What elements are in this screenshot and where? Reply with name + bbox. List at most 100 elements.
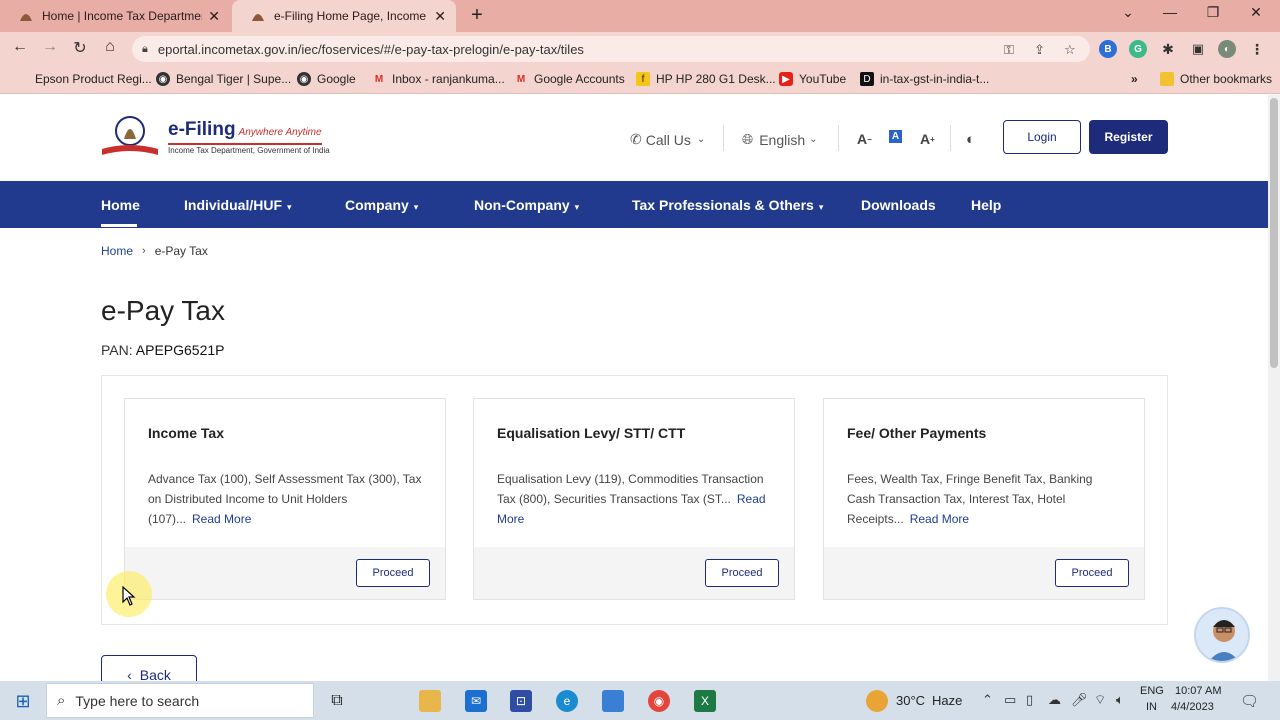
excel-icon[interactable]: X	[694, 690, 716, 712]
bookmark-gmail-inbox[interactable]: M Inbox - ranjankuma...	[372, 72, 505, 86]
bookmark-star-icon[interactable]: ☆	[1064, 42, 1076, 58]
file-explorer-icon[interactable]	[419, 690, 441, 712]
minimize-icon[interactable]: —	[1158, 4, 1182, 20]
mail-icon[interactable]: ✉	[465, 690, 487, 712]
browser-toolbar: ← → ↻ ⌂ 🔒︎ eportal.incometax.gov.in/iec/…	[0, 32, 1280, 66]
chrome-icon[interactable]: ◉	[648, 690, 670, 712]
side-panel-icon[interactable]: ▣	[1189, 40, 1207, 58]
notifications-icon[interactable]: 🗨︎	[1240, 692, 1259, 710]
app-window-icon[interactable]	[602, 690, 624, 712]
folder-icon	[1160, 72, 1174, 86]
close-tab-icon[interactable]: ✕	[208, 8, 220, 25]
bookmark-hp[interactable]: f HP HP 280 G1 Desk...	[636, 72, 776, 86]
tab-search-icon[interactable]: ⌄	[1116, 4, 1140, 21]
back-button[interactable]: ‹ Back	[101, 655, 197, 681]
bookmark-google[interactable]: ◉ Google	[297, 72, 356, 86]
tile-title: Fee/ Other Payments	[847, 425, 987, 441]
language-dropdown[interactable]: 🌐︎ English ⌄	[742, 131, 818, 148]
new-tab-icon[interactable]: +	[466, 4, 488, 27]
browser-menu-icon[interactable]: ⋮	[1248, 40, 1266, 58]
wifi-icon[interactable]: ⌔	[1094, 692, 1106, 708]
extension-grammarly-icon[interactable]: G	[1129, 40, 1147, 58]
show-hidden-icons-icon[interactable]: ⌃	[982, 692, 993, 708]
read-more-link[interactable]: Read More	[910, 512, 969, 526]
clock-time[interactable]: 10:07 AM	[1175, 685, 1221, 697]
nav-item-help[interactable]: Help	[971, 197, 1001, 213]
language-indicator-top[interactable]: ENG	[1140, 685, 1164, 697]
edge-icon[interactable]: e	[556, 690, 578, 712]
bookmark-in-tax-gst[interactable]: D in-tax-gst-in-india-t...	[860, 72, 989, 86]
nav-item-home[interactable]: Home	[101, 197, 140, 213]
font-increase-button[interactable]: A +	[920, 131, 935, 147]
tile-title: Income Tax	[148, 425, 224, 441]
browser-tab-income-tax-home[interactable]: Home | Income Tax Department ✕	[0, 0, 230, 32]
font-decrease-button[interactable]: A −	[857, 131, 872, 147]
language-indicator-bottom[interactable]: IN	[1146, 701, 1157, 713]
efiling-logo[interactable]: e-Filing Anywhere Anytime Income Tax Depa…	[100, 113, 330, 161]
search-icon: ⌕	[57, 692, 66, 709]
nav-item-non-company[interactable]: Non-Company ▾	[474, 197, 579, 213]
contrast-toggle-icon[interactable]: ◐	[966, 131, 975, 148]
proceed-button[interactable]: Proceed	[356, 559, 430, 587]
breadcrumb-home-link[interactable]: Home	[101, 244, 133, 258]
tab-title: e-Filing Home Page, Income Tax	[274, 9, 428, 23]
other-bookmarks-folder[interactable]: Other bookmarks	[1160, 72, 1272, 86]
chevron-down-icon: ▾	[287, 202, 292, 212]
register-button[interactable]: Register	[1089, 120, 1168, 154]
nav-item-individual-huf[interactable]: Individual/HUF ▾	[184, 197, 292, 213]
share-icon[interactable]: ⇪	[1034, 42, 1045, 58]
reload-icon[interactable]: ↻	[69, 38, 91, 58]
clock-date[interactable]: 4/4/2023	[1171, 701, 1214, 713]
extension-b-icon[interactable]: B	[1099, 40, 1117, 58]
restore-icon[interactable]: ❐	[1201, 4, 1225, 21]
profile-avatar[interactable]: ◐	[1218, 40, 1236, 58]
windows-start-icon[interactable]: ⊞	[12, 690, 34, 712]
weather-desc[interactable]: Haze	[932, 693, 962, 708]
bookmark-epson[interactable]: Epson Product Regi...	[35, 72, 152, 86]
nav-item-tax-professionals[interactable]: Tax Professionals & Others ▾	[632, 197, 823, 213]
font-normal-button[interactable]: A	[889, 130, 902, 143]
close-window-icon[interactable]: ✕	[1244, 4, 1268, 21]
tile-description: Advance Tax (100), Self Assessment Tax (…	[148, 472, 422, 526]
device-icon[interactable]: ▯	[1026, 692, 1033, 708]
lock-icon[interactable]: 🔒︎	[142, 43, 148, 56]
task-view-icon[interactable]: ⧉	[326, 690, 348, 712]
breadcrumb-current: e-Pay Tax	[154, 244, 208, 258]
nav-item-company[interactable]: Company ▾	[345, 197, 418, 213]
chatbot-avatar[interactable]	[1194, 607, 1250, 663]
key-icon[interactable]: ⚿	[1004, 42, 1014, 58]
bookmark-bengal-tiger[interactable]: ◉ Bengal Tiger | Supe...	[156, 72, 291, 86]
weather-temp[interactable]: 30°C	[896, 693, 925, 708]
microphone-icon[interactable]: 🎤︎	[1071, 692, 1088, 708]
battery-icon[interactable]: ▭	[1004, 692, 1016, 708]
globe-icon: ◉	[297, 72, 311, 86]
more-bookmarks-icon[interactable]: »	[1131, 72, 1138, 86]
scrollbar-thumb[interactable]	[1270, 98, 1278, 368]
extensions-puzzle-icon[interactable]: ✱	[1159, 40, 1177, 58]
site-header: e-Filing Anywhere Anytime Income Tax Depa…	[0, 95, 1268, 181]
browser-tab-efiling[interactable]: e-Filing Home Page, Income Tax ✕	[232, 0, 456, 32]
store-icon[interactable]: ⊡	[510, 690, 532, 712]
bookmark-google-accounts[interactable]: M Google Accounts	[514, 72, 625, 86]
bookmark-youtube[interactable]: ▶ YouTube	[779, 72, 846, 86]
flipkart-icon: f	[636, 72, 650, 86]
tile-description: Equalisation Levy (119), Commodities Tra…	[497, 472, 766, 526]
emblem-favicon-icon	[250, 10, 266, 22]
read-more-link[interactable]: Read More	[192, 512, 251, 526]
taskbar-search-box[interactable]: ⌕ Type here to search	[46, 683, 314, 718]
forward-arrow-icon[interactable]: →	[39, 38, 61, 56]
proceed-button[interactable]: Proceed	[705, 559, 779, 587]
call-us-dropdown[interactable]: ✆ Call Us ⌄	[630, 131, 705, 148]
cloud-icon[interactable]: ☁	[1048, 692, 1061, 708]
close-tab-icon[interactable]: ✕	[434, 8, 446, 25]
home-icon[interactable]: ⌂	[99, 38, 121, 56]
nav-item-downloads[interactable]: Downloads	[861, 197, 936, 213]
volume-icon[interactable]: 🔈︎	[1116, 692, 1124, 708]
login-button[interactable]: Login	[1003, 120, 1081, 154]
address-bar[interactable]: 🔒︎ eportal.incometax.gov.in/iec/foservic…	[132, 36, 1090, 62]
brand-name: e-Filing Anywhere Anytime	[168, 119, 322, 140]
weather-haze-icon[interactable]	[866, 690, 888, 712]
divider	[723, 125, 724, 151]
back-arrow-icon[interactable]: ←	[9, 38, 31, 56]
proceed-button[interactable]: Proceed	[1055, 559, 1129, 587]
